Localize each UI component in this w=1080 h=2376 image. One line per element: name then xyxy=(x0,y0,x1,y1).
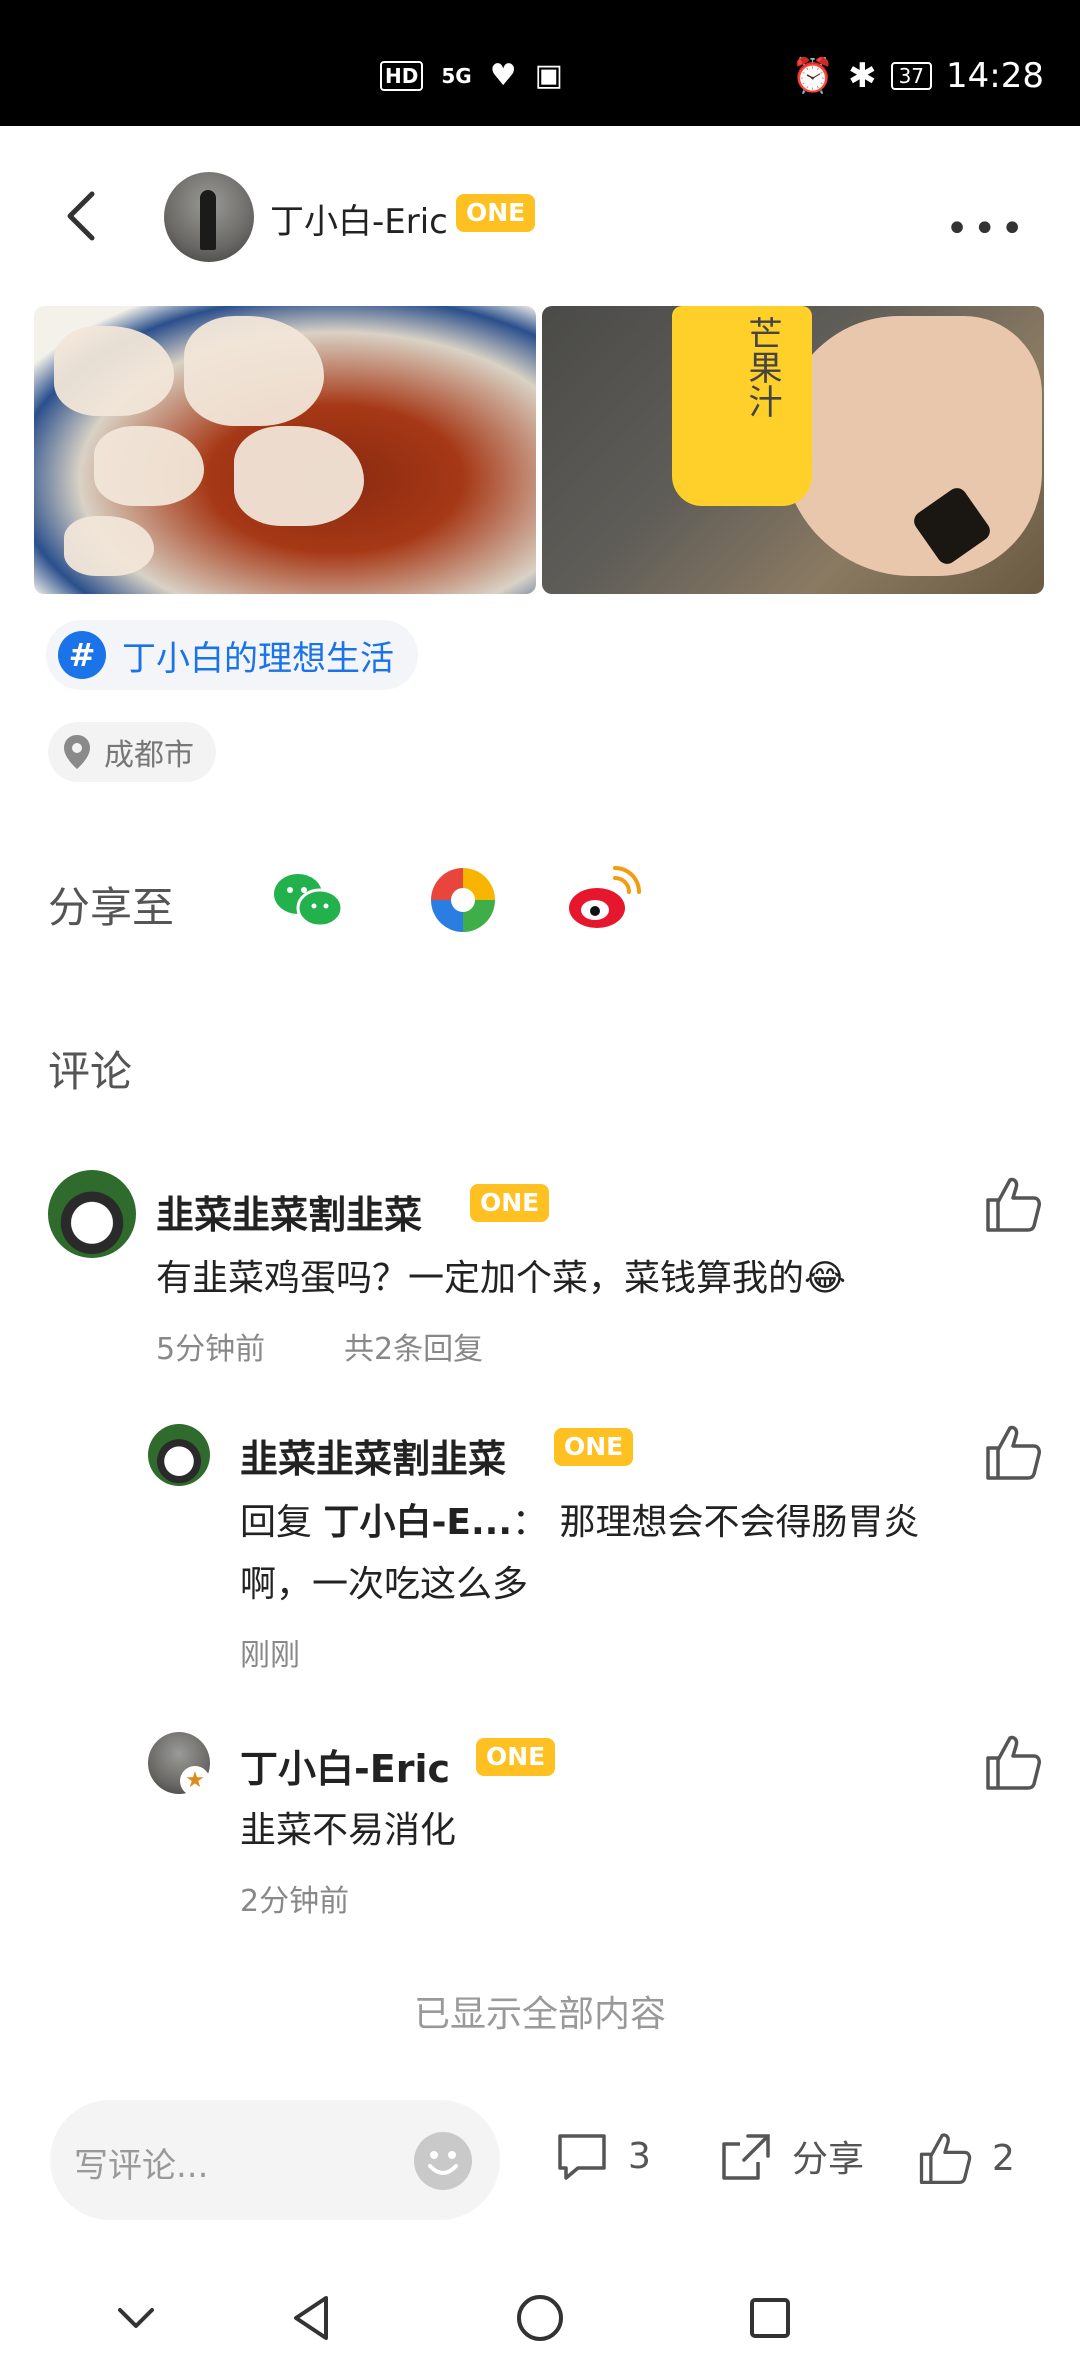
bluetooth-icon: ✱ xyxy=(848,56,877,96)
comment-text: 有韭菜鸡蛋吗？一定加个菜，菜钱算我的😂 xyxy=(156,1258,847,1299)
author-avatar[interactable] xyxy=(164,172,254,262)
status-right: ⏰ ✱ 37 14:28 xyxy=(792,56,1044,96)
hd-icon: HD xyxy=(380,60,424,91)
comment-time: 2分钟前 xyxy=(240,1884,350,1919)
like-icon[interactable] xyxy=(980,1420,1044,1484)
dumplings-photo[interactable] xyxy=(34,306,536,594)
reply-count-link[interactable]: 共2条回复 xyxy=(344,1324,483,1368)
all-loaded-text: 已显示全部内容 xyxy=(413,1994,666,2035)
bottom-action-bar: 写评论... 3 分享 2 xyxy=(0,2060,1080,2260)
reply-text: 回复 丁小白-E...： 那理想会不会得肠胃炎 啊，一次吃这么多 xyxy=(240,1492,1020,1616)
comment-input[interactable]: 写评论... xyxy=(50,2100,500,2220)
comment-count-button[interactable]: 3 xyxy=(554,2128,651,2184)
one-badge: ONE xyxy=(470,1184,550,1222)
share-label: 分享至 xyxy=(48,883,175,932)
home-circle-icon[interactable] xyxy=(510,2288,570,2348)
signal-icon: 5G xyxy=(441,63,472,88)
comments-title: 评论 xyxy=(48,1047,133,1096)
share-button[interactable]: 分享 xyxy=(718,2128,864,2184)
status-bar: HD 5G ♥ ▣ ⏰ ✱ 37 14:28 xyxy=(0,0,1080,126)
location-pin-icon xyxy=(64,735,90,769)
back-icon[interactable] xyxy=(62,186,102,246)
location-text: 成都市 xyxy=(104,738,194,773)
bottle-label: 芒果汁 xyxy=(742,316,782,418)
status-indicators: HD 5G ♥ ▣ xyxy=(380,58,563,93)
reply-prefix: 回复 xyxy=(240,1502,324,1543)
clock: 14:28 xyxy=(946,56,1044,96)
comment-count: 3 xyxy=(628,2135,651,2177)
reply-text-line2: 啊，一次吃这么多 xyxy=(240,1564,529,1605)
chevron-down-icon[interactable] xyxy=(106,2288,166,2348)
system-nav-bar xyxy=(0,2260,1080,2376)
hashtag-icon: # xyxy=(58,631,106,679)
comment-input-placeholder: 写评论... xyxy=(74,2146,209,2186)
reply-colon: ： xyxy=(512,1502,560,1543)
post-images: 芒果汁 xyxy=(34,306,1044,594)
alarm-icon: ⏰ xyxy=(791,56,835,96)
author-name[interactable]: 丁小白-Eric xyxy=(270,194,448,243)
like-icon[interactable] xyxy=(980,1172,1044,1236)
like-icon[interactable] xyxy=(980,1730,1044,1794)
one-badge: ONE xyxy=(476,1738,556,1776)
thumbs-up-icon xyxy=(919,2133,972,2185)
share-row: 分享至 xyxy=(48,860,1048,940)
one-badge: ONE xyxy=(456,194,536,232)
commenter-avatar[interactable] xyxy=(48,1170,136,1258)
comment-icon xyxy=(558,2134,606,2180)
post-header: 丁小白-Eric ONE ••• xyxy=(0,126,1080,306)
topic-tag[interactable]: # 丁小白的理想生活 xyxy=(46,620,418,690)
wechat-icon[interactable] xyxy=(268,860,348,940)
reply-item: ★ 丁小白-Eric ONE 韭菜不易消化 2分钟前 xyxy=(0,1716,1080,1926)
heart-icon: ♥ xyxy=(489,58,517,93)
app-notification-icon: ▣ xyxy=(534,58,563,93)
weibo-icon[interactable] xyxy=(563,860,643,940)
reply-text-line1: 那理想会不会得肠胃炎 xyxy=(559,1502,920,1543)
reply-to-user[interactable]: 丁小白-E... xyxy=(323,1502,512,1543)
topic-text: 丁小白的理想生活 xyxy=(122,638,394,679)
back-triangle-icon[interactable] xyxy=(282,2288,342,2348)
one-badge: ONE xyxy=(554,1428,634,1466)
juice-bottle-photo[interactable]: 芒果汁 xyxy=(542,306,1044,594)
battery-icon: 37 xyxy=(890,62,933,90)
like-count: 2 xyxy=(992,2137,1015,2179)
recents-square-icon[interactable] xyxy=(740,2288,800,2348)
comment-time: 刚刚 xyxy=(240,1638,300,1673)
commenter-avatar[interactable] xyxy=(148,1424,210,1486)
commenter-name[interactable]: 韭菜韭菜割韭菜 xyxy=(156,1184,422,1239)
commenter-name[interactable]: 丁小白-Eric xyxy=(240,1738,450,1793)
share-icon xyxy=(722,2134,770,2180)
comment-time: 5分钟前 xyxy=(156,1332,266,1367)
commenter-name[interactable]: 韭菜韭菜割韭菜 xyxy=(240,1428,506,1483)
moments-icon[interactable] xyxy=(423,860,503,940)
reply-line-1: 回复 丁小白-E...： 那理想会不会得肠胃炎 xyxy=(240,1492,1020,1554)
comment-item: 韭菜韭菜割韭菜 ONE 有韭菜鸡蛋吗？一定加个菜，菜钱算我的😂 5分钟前 共2条… xyxy=(0,1160,1080,1380)
star-badge-icon: ★ xyxy=(180,1766,210,1796)
reply-item: 韭菜韭菜割韭菜 ONE 回复 丁小白-E...： 那理想会不会得肠胃炎 啊，一次… xyxy=(0,1410,1080,1680)
comment-text: 韭菜不易消化 xyxy=(240,1810,457,1851)
location-tag[interactable]: 成都市 xyxy=(48,722,216,782)
like-button[interactable]: 2 xyxy=(914,2128,1015,2188)
emoji-icon[interactable] xyxy=(412,2130,474,2192)
share-text: 分享 xyxy=(792,2139,865,2180)
more-options-icon[interactable]: ••• xyxy=(945,206,1028,252)
